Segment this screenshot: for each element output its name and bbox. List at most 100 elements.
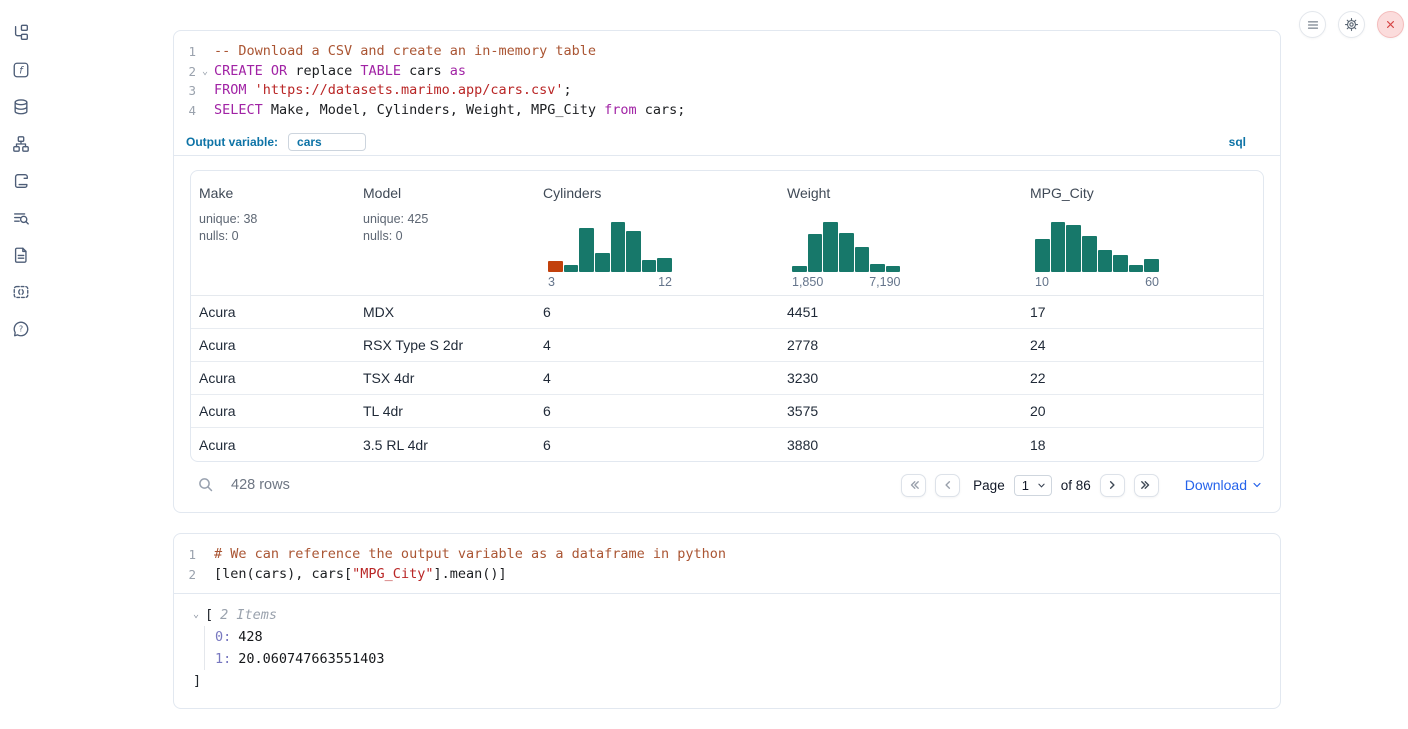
column-stats: unique: 425 nulls: 0 [363,211,535,244]
chevron-left-icon [942,479,954,491]
search-button[interactable] [198,477,214,493]
histogram-bar [626,231,641,272]
last-page-button[interactable] [1134,474,1159,497]
histogram-bar [855,247,870,272]
line-number: 2 [186,565,196,585]
histogram-bar [1129,265,1144,272]
histogram-bar [611,222,626,272]
chevrons-right-icon [1140,479,1152,491]
sql-cell-output: Make unique: 38 nulls: 0 Model unique: 4… [174,156,1280,512]
table-footer: 428 rows Page 1 [190,470,1264,500]
next-page-button[interactable] [1100,474,1125,497]
sql-editor[interactable]: 1-- Download a CSV and create an in-memo… [174,31,1280,129]
table-cell: 22 [1022,370,1263,386]
shutdown-close-icon [1384,18,1397,31]
code-line: 1# We can reference the output variable … [186,545,1280,565]
histogram-bar [823,222,838,272]
table-cell: MDX [355,304,535,320]
histogram-bar [886,266,901,272]
table-row: Acura3.5 RL 4dr6388018 [191,428,1263,461]
column-header-cylinders[interactable]: Cylinders 3 12 [535,171,779,295]
table-cell: RSX Type S 2dr [355,337,535,353]
histogram-bar [657,258,672,272]
histogram-bar [579,228,594,272]
tree-entry: 1: 20.060747663551403 [215,648,1280,670]
table-cell: 3575 [779,403,1022,419]
axis-max-label: 7,190 [869,275,900,289]
column-header-weight[interactable]: Weight 1,850 7,190 [779,171,1022,295]
python-editor[interactable]: 1# We can reference the output variable … [174,534,1280,594]
chevron-down-icon [1037,481,1046,490]
histogram-bar [808,234,823,272]
histogram-bar [839,233,854,272]
axis-min-label: 1,850 [792,275,823,289]
table-cell: 4 [535,370,779,386]
table-cell: 6 [535,403,779,419]
axis-max-label: 60 [1145,275,1159,289]
histogram-bar [870,264,885,272]
histogram-bar [1098,250,1113,272]
column-header-mpg-city[interactable]: MPG_City 10 60 [1022,171,1263,295]
sidebar-item-dependencies[interactable] [12,135,30,153]
table-cell: TL 4dr [355,403,535,419]
sidebar-item-snippets[interactable] [12,283,30,301]
settings-button[interactable] [1338,11,1365,38]
document-icon [12,246,30,264]
fold-toggle-icon[interactable]: ⌄ [196,62,214,82]
sidebar-item-help[interactable]: ? [12,320,30,338]
code-line: 2[len(cars), cars["MPG_City"].mean()] [186,565,1280,585]
column-header-model[interactable]: Model unique: 425 nulls: 0 [355,171,535,295]
sidebar-item-variables[interactable]: f [12,61,30,79]
chevron-right-icon [1106,479,1118,491]
shutdown-button[interactable] [1377,11,1404,38]
tree-children: 0: 428 1: 20.060747663551403 [204,626,1280,670]
window-controls [1299,11,1404,38]
table-cell: 3.5 RL 4dr [355,437,535,453]
menu-icon [1306,18,1320,32]
table-row: AcuraMDX6445117 [191,296,1263,329]
histogram-bar [1035,239,1050,272]
list-output-tree: ⌄ [ 2 Items 0: 428 1: 20.060747663551403… [174,604,1280,692]
sql-cell: 1-- Download a CSV and create an in-memo… [173,30,1281,513]
tree-collapse-icon[interactable]: ⌄ [193,604,205,626]
table-cell: 6 [535,304,779,320]
table-cell: Acura [191,304,355,320]
page-select[interactable]: 1 [1014,475,1052,496]
sidebar: f [0,0,42,729]
previous-page-button[interactable] [935,474,960,497]
download-button[interactable]: Download [1185,477,1262,493]
svg-text:f: f [19,66,24,77]
line-number: 2 [186,62,196,82]
first-page-button[interactable] [901,474,926,497]
line-number: 1 [186,545,196,565]
histogram-bar [548,261,563,272]
sidebar-item-datasources[interactable] [12,98,30,116]
chevrons-left-icon [908,479,920,491]
items-count-label: 2 Items [220,604,277,626]
histogram-bar [1051,222,1066,272]
sidebar-item-documentation[interactable] [12,246,30,264]
row-count: 428 rows [231,477,290,493]
output-variable-input[interactable] [288,133,366,151]
axis-min-label: 10 [1035,275,1049,289]
code-line: 4SELECT Make, Model, Cylinders, Weight, … [186,101,1280,121]
code-line: 1-- Download a CSV and create an in-memo… [186,42,1280,62]
line-number: 3 [186,81,196,101]
table-cell: 4451 [779,304,1022,320]
line-number: 1 [186,42,196,62]
column-header-make[interactable]: Make unique: 38 nulls: 0 [191,171,355,295]
histogram-bar [642,260,657,272]
sidebar-item-scratchpad[interactable] [12,172,30,190]
file-tree-icon [12,24,30,42]
output-variable-row: Output variable: sql [174,129,1280,156]
menu-button[interactable] [1299,11,1326,38]
table-cell: 18 [1022,437,1263,453]
histogram-bar [595,253,610,272]
line-number: 4 [186,101,196,121]
sidebar-item-logs[interactable] [12,209,30,227]
table-row: AcuraTSX 4dr4323022 [191,362,1263,395]
search-icon [198,477,214,493]
table-row: AcuraRSX Type S 2dr4277824 [191,329,1263,362]
sidebar-item-files[interactable] [12,24,30,42]
table-cell: 3230 [779,370,1022,386]
